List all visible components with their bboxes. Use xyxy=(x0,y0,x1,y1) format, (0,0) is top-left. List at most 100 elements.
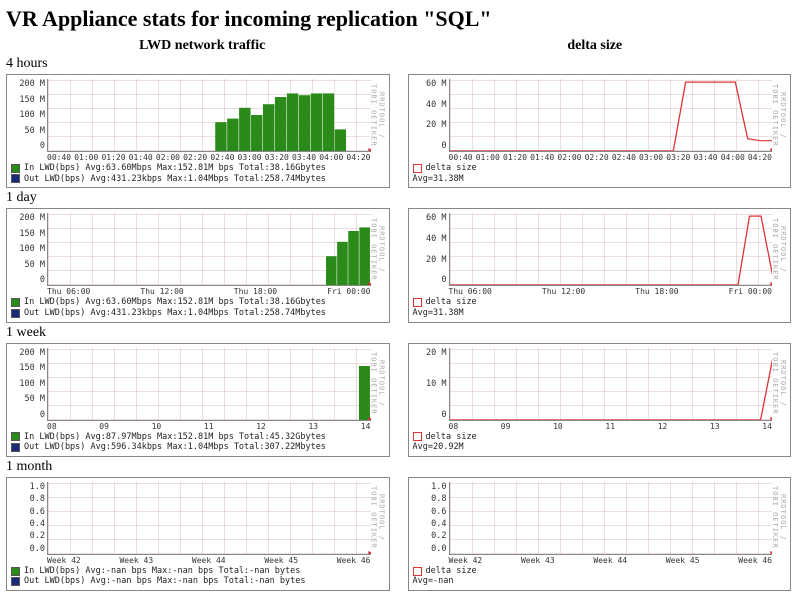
x-tick: 02:40 xyxy=(612,153,636,162)
x-tick: 03:00 xyxy=(238,153,262,162)
chart-legend: delta sizeAvg=31.38M xyxy=(413,163,787,184)
legend-text: delta size xyxy=(426,163,477,174)
x-tick: 03:40 xyxy=(292,153,316,162)
delta-chart: 1.00.80.60.40.20.0RRDTOOL / TOBI OETIKER… xyxy=(408,477,792,591)
y-tick: 0.0 xyxy=(11,544,45,554)
x-tick: 11 xyxy=(605,422,615,431)
x-axis-ticks: Thu 06:00Thu 12:00Thu 18:00Fri 00:00 xyxy=(47,287,371,296)
y-tick: 150 M xyxy=(11,95,45,105)
legend-text: In LWD(bps) Avg:87.97Mbps Max:152.81M bp… xyxy=(24,432,326,443)
legend-text: Out LWD(bps) Avg:431.23kbps Max:1.04Mbps… xyxy=(24,308,326,319)
x-tick: Thu 12:00 xyxy=(542,287,585,296)
x-tick: Thu 18:00 xyxy=(635,287,678,296)
network-chart: 200 M150 M100 M50 M0RRDTOOL / TOBI OETIK… xyxy=(6,74,390,188)
y-tick: 50 M xyxy=(11,394,45,404)
legend-row: Out LWD(bps) Avg:596.34kbps Max:1.04Mbps… xyxy=(11,442,385,453)
legend-text: In LWD(bps) Avg:63.60Mbps Max:152.81M bp… xyxy=(24,297,326,308)
y-tick: 0.2 xyxy=(11,531,45,541)
y-tick: 0.2 xyxy=(413,531,447,541)
x-tick: 03:20 xyxy=(265,153,289,162)
legend-swatch xyxy=(11,567,20,576)
legend-text: In LWD(bps) Avg:63.60Mbps Max:152.81M bp… xyxy=(24,163,326,174)
x-tick: 04:00 xyxy=(319,153,343,162)
y-tick: 100 M xyxy=(11,379,45,389)
legend-row: Avg=20.92M xyxy=(413,442,787,453)
plot-area xyxy=(449,213,773,286)
x-tick: Week 43 xyxy=(119,556,153,565)
x-tick: 02:20 xyxy=(585,153,609,162)
x-axis-ticks: 08091011121314 xyxy=(47,422,371,431)
time-range-label: 1 day xyxy=(6,190,791,206)
x-tick: 02:00 xyxy=(557,153,581,162)
chart-legend: delta sizeAvg=20.92M xyxy=(413,432,787,453)
network-chart: 200 M150 M100 M50 M0RRDTOOL / TOBI OETIK… xyxy=(6,208,390,322)
x-tick: Thu 06:00 xyxy=(449,287,492,296)
plot-area xyxy=(47,213,371,286)
x-tick: Fri 00:00 xyxy=(729,287,772,296)
x-tick: 01:40 xyxy=(129,153,153,162)
legend-row: delta size xyxy=(413,297,787,308)
x-tick: 11 xyxy=(204,422,214,431)
legend-text: Out LWD(bps) Avg:596.34kbps Max:1.04Mbps… xyxy=(24,442,326,453)
x-tick: 02:00 xyxy=(156,153,180,162)
legend-row: delta size xyxy=(413,566,787,577)
x-tick: 08 xyxy=(47,422,57,431)
time-range-label: 1 month xyxy=(6,459,791,475)
y-tick: 0 xyxy=(11,141,45,151)
x-tick: 04:20 xyxy=(346,153,370,162)
plot-area xyxy=(47,79,371,152)
y-tick: 10 M xyxy=(413,379,447,389)
legend-row: In LWD(bps) Avg:-nan bps Max:-nan bps To… xyxy=(11,566,385,577)
x-tick: 04:20 xyxy=(748,153,772,162)
plot-area xyxy=(449,79,773,152)
y-tick: 200 M xyxy=(11,213,45,223)
y-tick: 150 M xyxy=(11,363,45,373)
legend-row: Avg=-nan xyxy=(413,576,787,587)
rrdtool-caption: RRDTOOL / TOBI OETIKER xyxy=(775,482,787,554)
y-tick: 0.8 xyxy=(413,494,447,504)
x-tick: 04:00 xyxy=(721,153,745,162)
legend-row: In LWD(bps) Avg:63.60Mbps Max:152.81M bp… xyxy=(11,163,385,174)
x-tick: 10 xyxy=(553,422,563,431)
x-tick: 03:40 xyxy=(693,153,717,162)
x-tick: 03:20 xyxy=(666,153,690,162)
x-tick: Week 46 xyxy=(738,556,772,565)
y-tick: 60 M xyxy=(413,213,447,223)
y-tick: 0.4 xyxy=(413,519,447,529)
x-axis-ticks: Week 42Week 43Week 44Week 45Week 46 xyxy=(449,556,773,565)
x-tick: Week 45 xyxy=(666,556,700,565)
x-tick: Week 46 xyxy=(337,556,371,565)
x-tick: Thu 12:00 xyxy=(140,287,183,296)
chart-legend: In LWD(bps) Avg:63.60Mbps Max:152.81M bp… xyxy=(11,163,385,184)
y-axis-ticks: 200 M150 M100 M50 M0 xyxy=(11,348,45,420)
delta-chart: 60 M40 M20 M0RRDTOOL / TOBI OETIKER00:40… xyxy=(408,74,792,188)
chart-legend: In LWD(bps) Avg:-nan bps Max:-nan bps To… xyxy=(11,566,385,587)
x-tick: 08 xyxy=(449,422,459,431)
rrdtool-caption: RRDTOOL / TOBI OETIKER xyxy=(374,79,386,151)
x-tick: Thu 18:00 xyxy=(234,287,277,296)
x-tick: Week 42 xyxy=(449,556,483,565)
y-axis-ticks: 1.00.80.60.40.20.0 xyxy=(413,482,447,554)
plot-area xyxy=(449,482,773,555)
network-chart: 1.00.80.60.40.20.0RRDTOOL / TOBI OETIKER… xyxy=(6,477,390,591)
legend-row: In LWD(bps) Avg:87.97Mbps Max:152.81M bp… xyxy=(11,432,385,443)
x-tick: 01:00 xyxy=(476,153,500,162)
chart-row: 1.00.80.60.40.20.0RRDTOOL / TOBI OETIKER… xyxy=(6,477,791,591)
y-axis-ticks: 200 M150 M100 M50 M0 xyxy=(11,213,45,285)
y-tick: 0 xyxy=(413,410,447,420)
y-tick: 200 M xyxy=(11,348,45,358)
x-tick: 01:00 xyxy=(74,153,98,162)
delta-chart: 20 M10 M0RRDTOOL / TOBI OETIKER080910111… xyxy=(408,343,792,457)
column-header-right: delta size xyxy=(399,38,792,54)
plot-area xyxy=(449,348,773,421)
x-tick: 02:20 xyxy=(183,153,207,162)
x-tick: 13 xyxy=(710,422,720,431)
plot-area xyxy=(47,348,371,421)
chart-row: 200 M 150 M 100 M 50 M 0 RRDTOOL / TOBI OETIK… xyxy=(6,343,791,457)
rrdtool-caption: RRDTOOL / TOBI OETIKER xyxy=(775,348,787,420)
rrdtool-caption: RRDTOOL / TOBI OETIKER xyxy=(775,213,787,285)
x-tick: 01:20 xyxy=(503,153,527,162)
x-axis-ticks: 00:4001:0001:2001:4002:0002:2002:4003:00… xyxy=(449,153,773,162)
rrdtool-caption: RRDTOOL / TOBI OETIKER xyxy=(374,482,386,554)
chart-row: 200 M150 M100 M50 M0 RRDTOOL / TOBI OETIK… xyxy=(6,208,791,322)
